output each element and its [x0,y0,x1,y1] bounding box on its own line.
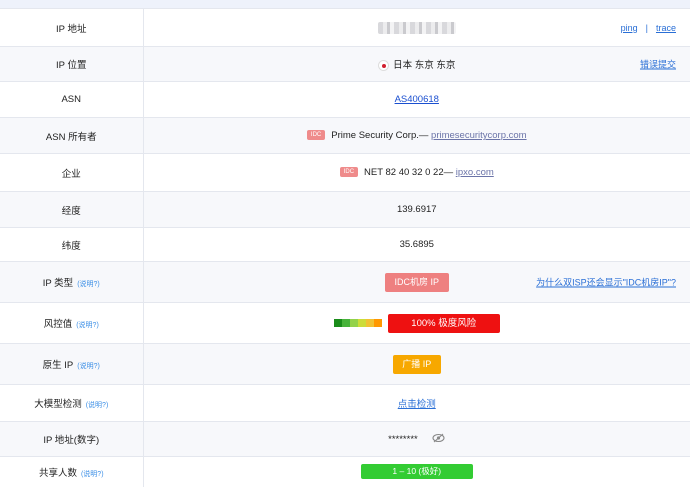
link-separator: | [645,22,648,33]
ping-link[interactable]: ping [621,23,638,33]
value-native-ip: 广播 IP [143,343,690,385]
asn-owner-domain-link[interactable]: primesecuritycorp.com [431,130,527,141]
trace-link[interactable]: trace [656,23,676,33]
asn-link[interactable]: AS400618 [395,94,439,105]
broadcast-ip-badge: 广播 IP [392,354,441,374]
value-ip-type: IDC机房 IP 为什么双ISP还会显示"IDC机房IP"? [143,261,690,303]
label-asn-owner: ASN 所有者 [0,117,144,154]
risk-bar-segment [341,319,350,327]
llm-detect-label-text: 大模型检测 [34,399,82,410]
value-risk: 100% 极度风险 [143,302,690,344]
explain-link[interactable]: (说明?) [77,363,100,370]
top-bar [0,0,690,8]
value-company: IDC NET 82 40 32 0 22— ipxo.com [143,153,690,192]
label-ip-numeric: IP 地址(数字) [0,421,144,457]
row-asn-owner: ASN 所有者 IDC Prime Security Corp.— primese… [0,117,690,154]
company-name: NET 82 40 32 0 22— [364,167,454,178]
ip-info-table: IP 地址 ping | trace IP 位置 日本 东京 东京 错误提交 ASN… [0,8,690,487]
risk-color-bar [333,319,382,327]
explain-link[interactable]: (说明?) [86,402,109,409]
row-ip-numeric: IP 地址(数字) ******** [0,421,690,457]
label-ip-location: IP 位置 [0,46,144,82]
error-report-link[interactable]: 错误提交 [640,58,676,71]
idc-badge: IDC [339,167,359,178]
idc-ip-badge: IDC机房 IP [384,272,449,292]
shared-users-badge: 1 – 10 (极好) [360,464,473,480]
value-ip-address: ping | trace [143,8,690,47]
row-ip-type: IP 类型 (说明?) IDC机房 IP 为什么双ISP还会显示"IDC机房IP"… [0,261,690,303]
label-ip-type: IP 类型 (说明?) [0,261,144,303]
row-ip-location: IP 位置 日本 东京 东京 错误提交 [0,46,690,82]
risk-bar-segment [365,319,374,327]
row-shared-users: 共享人数 (说明?) 1 – 10 (极好) [0,456,690,487]
value-shared-users: 1 – 10 (极好) [143,456,690,487]
row-asn: ASN AS400618 [0,81,690,118]
row-latitude: 纬度 35.6895 [0,227,690,262]
value-ip-location: 日本 东京 东京 错误提交 [143,46,690,82]
label-ip-address: IP 地址 [0,8,144,47]
risk-bar-segment [373,319,382,327]
row-longitude: 经度 139.6917 [0,191,690,228]
ip-actions: ping | trace [621,23,676,33]
ip-type-label-text: IP 类型 [42,278,74,289]
idc-badge: IDC [306,130,326,141]
label-asn: ASN [0,81,144,118]
blurred-ip [377,21,456,34]
row-native-ip: 原生 IP (说明?) 广播 IP [0,343,690,385]
risk-bar-segment [349,319,358,327]
japan-flag-icon [378,59,390,71]
explain-link[interactable]: (说明?) [81,471,104,478]
eye-off-icon[interactable] [432,433,445,446]
row-company: 企业 IDC NET 82 40 32 0 22— ipxo.com [0,153,690,192]
location-text: 日本 东京 东京 [393,60,456,71]
row-risk: 风控值 (说明?) 100% 极度风险 [0,302,690,344]
risk-bar-segment [333,319,342,327]
click-detect-link[interactable]: 点击检测 [398,399,436,410]
risk-level-badge: 100% 极度风险 [387,313,500,333]
label-longitude: 经度 [0,191,144,228]
value-asn-owner: IDC Prime Security Corp.— primesecurityco… [143,117,690,154]
label-llm-detect: 大模型检测 (说明?) [0,384,144,422]
explain-link[interactable]: (说明?) [76,322,99,329]
why-idc-link[interactable]: 为什么双ISP还会显示"IDC机房IP"? [536,276,676,289]
masked-ip-numeric: ******** [388,433,418,445]
risk-label-text: 风控值 [43,319,73,330]
label-shared-users: 共享人数 (说明?) [0,456,144,487]
row-ip-address: IP 地址 ping | trace [0,8,690,47]
label-native-ip: 原生 IP (说明?) [0,343,144,385]
asn-owner-name: Prime Security Corp.— [331,130,429,141]
native-ip-label-text: 原生 IP [42,360,74,371]
value-latitude: 35.6895 [143,227,690,262]
value-llm-detect: 点击检测 [143,384,690,422]
company-domain-link[interactable]: ipxo.com [456,167,494,178]
explain-link[interactable]: (说明?) [77,281,100,288]
label-latitude: 纬度 [0,227,144,262]
value-longitude: 139.6917 [143,191,690,228]
shared-users-label-text: 共享人数 [38,467,77,479]
label-company: 企业 [0,153,144,192]
row-llm-detect: 大模型检测 (说明?) 点击检测 [0,384,690,422]
value-ip-numeric: ******** [143,421,690,457]
label-risk: 风控值 (说明?) [0,302,144,344]
risk-bar-segment [357,319,366,327]
value-asn: AS400618 [143,81,690,118]
